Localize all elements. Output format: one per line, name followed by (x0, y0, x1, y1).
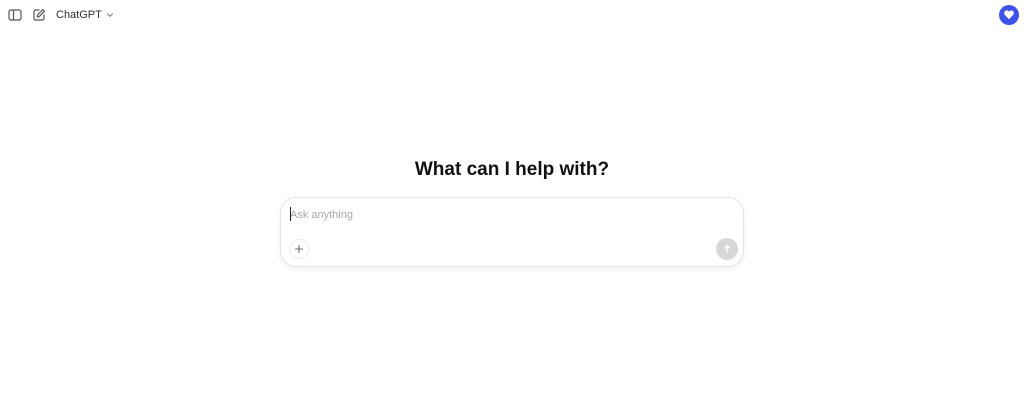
profile-button[interactable] (999, 5, 1019, 25)
prompt-input[interactable] (290, 206, 730, 224)
new-chat-button[interactable] (29, 5, 49, 25)
sidebar-toggle-icon (8, 9, 22, 21)
plus-icon (294, 244, 304, 254)
heart-badge-icon (1004, 10, 1014, 20)
send-button[interactable] (716, 238, 738, 260)
page-title: What can I help with? (414, 159, 610, 180)
arrow-up-icon (723, 244, 731, 254)
app-window: ChatGPT What can I help with? (0, 0, 1024, 408)
attach-button[interactable] (289, 239, 309, 259)
text-caret (290, 207, 291, 221)
model-name: ChatGPT (56, 9, 102, 21)
sidebar-toggle-button[interactable] (5, 5, 25, 25)
new-chat-icon (33, 9, 45, 21)
chevron-down-icon (106, 13, 113, 18)
top-bar: ChatGPT (0, 0, 1024, 30)
chat-composer (280, 197, 744, 267)
model-selector[interactable]: ChatGPT (56, 6, 114, 24)
